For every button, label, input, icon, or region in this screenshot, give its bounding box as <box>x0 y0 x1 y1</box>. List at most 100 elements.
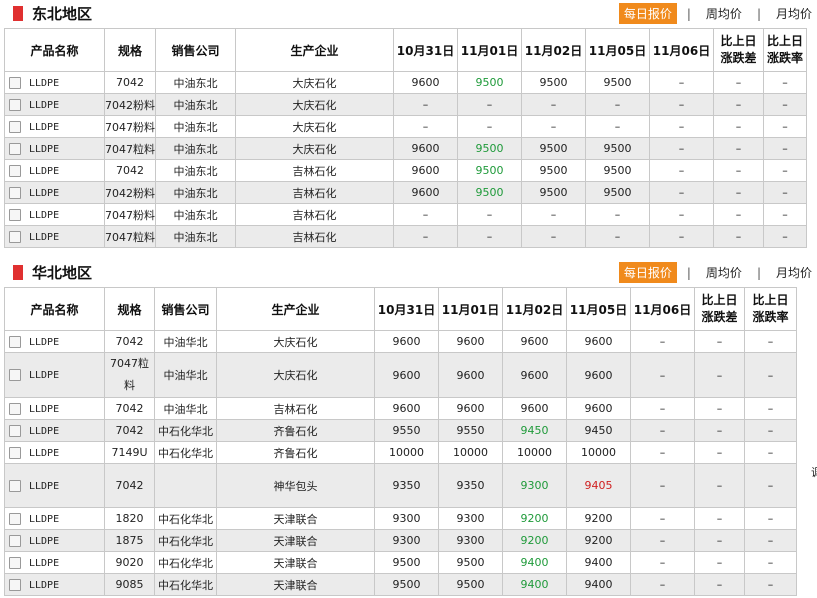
row-checkbox[interactable] <box>9 208 21 221</box>
tab-monthly[interactable]: 月均价 <box>771 3 817 24</box>
price-cell: 9500 <box>438 551 503 574</box>
producer-cell: 齐鲁石化 <box>216 419 375 442</box>
change-diff-cell: – <box>694 330 745 353</box>
spec-cell: 7042 <box>104 71 156 94</box>
column-header: 产品名称 <box>4 28 105 72</box>
product-name-cell: LLDPE <box>4 203 105 226</box>
price-cell: 9600 <box>374 352 439 398</box>
row-checkbox[interactable] <box>9 446 21 459</box>
row-checkbox[interactable] <box>9 578 21 591</box>
price-cell: 9600 <box>374 397 439 420</box>
change-rate-cell: – <box>744 419 797 442</box>
change-rate-cell: – <box>744 507 797 530</box>
row-checkbox[interactable] <box>9 76 21 89</box>
spec-cell: 7047粒料 <box>104 352 155 398</box>
row-checkbox[interactable] <box>9 186 21 199</box>
product-name: LLDPE <box>29 403 60 415</box>
product-name-cell: LLDPE <box>4 419 105 442</box>
section-header: 东北地区 每日报价 | 周均价 | 月均价 <box>0 0 817 26</box>
producer-cell: 天津联合 <box>216 529 375 552</box>
price-cell: 9200 <box>502 529 567 552</box>
sales-company-cell: 中油华北 <box>154 352 217 398</box>
price-cell: 9500 <box>457 137 522 160</box>
row-checkbox[interactable] <box>9 98 21 111</box>
change-diff-cell: – <box>713 181 764 204</box>
change-rate-cell: – <box>763 115 807 138</box>
price-cell: – <box>521 225 586 248</box>
price-cell: – <box>393 225 458 248</box>
row-checkbox[interactable] <box>9 164 21 177</box>
row-checkbox[interactable] <box>9 534 21 547</box>
price-cell: 9550 <box>438 419 503 442</box>
change-rate-cell: – <box>744 463 797 508</box>
sales-company-cell: 中油东北 <box>155 93 236 116</box>
price-cell: 9600 <box>438 330 503 353</box>
row-checkbox[interactable] <box>9 424 21 437</box>
spec-cell: 7047粉料 <box>104 203 156 226</box>
price-cell: 9600 <box>566 330 631 353</box>
column-header: 比上日涨跌差 <box>694 287 745 331</box>
tab-weekly[interactable]: 周均价 <box>701 262 747 283</box>
section-title: 东北地区 <box>32 5 93 23</box>
row-checkbox[interactable] <box>9 512 21 525</box>
change-rate-cell: – <box>744 551 797 574</box>
change-diff-cell: – <box>713 115 764 138</box>
change-rate-cell: – <box>744 529 797 552</box>
tab-daily[interactable]: 每日报价 <box>618 3 677 24</box>
row-checkbox[interactable] <box>9 556 21 569</box>
producer-cell: 吉林石化 <box>235 181 394 204</box>
price-cell: 9500 <box>585 181 650 204</box>
change-diff-cell: – <box>713 137 764 160</box>
spec-cell: 1820 <box>104 507 155 530</box>
change-diff-cell: – <box>713 225 764 248</box>
sales-company-cell: 中石化华北 <box>154 507 217 530</box>
product-name: LLDPE <box>29 535 60 547</box>
product-name: LLDPE <box>29 143 60 155</box>
row-checkbox[interactable] <box>9 402 21 415</box>
red-marker-icon <box>13 6 23 21</box>
row-checkbox[interactable] <box>9 142 21 155</box>
change-rate-cell: – <box>763 71 807 94</box>
tab-weekly[interactable]: 周均价 <box>701 3 747 24</box>
product-name-cell: LLDPE <box>4 330 105 353</box>
sales-company-cell <box>154 463 217 508</box>
spec-cell: 7042 <box>104 330 155 353</box>
price-cell: – <box>630 551 695 574</box>
tab-monthly[interactable]: 月均价 <box>771 262 817 283</box>
price-cell: 9600 <box>502 330 567 353</box>
product-name-cell: LLDPE <box>4 137 105 160</box>
tab-separator: | <box>686 6 691 21</box>
sales-company-cell: 中油东北 <box>155 137 236 160</box>
producer-cell: 神华包头 <box>216 463 375 508</box>
table-header-row: 产品名称 规格 销售公司 生产企业 10月31日 11月01日 11月02日 11月05日 11… <box>4 28 807 72</box>
producer-cell: 吉林石化 <box>216 397 375 420</box>
price-cell: 9500 <box>521 71 586 94</box>
price-cell: 9500 <box>457 71 522 94</box>
price-cell: 9400 <box>566 573 631 596</box>
column-header: 规格 <box>104 28 156 72</box>
price-cell: – <box>457 203 522 226</box>
row-checkbox[interactable] <box>9 120 21 133</box>
price-cell: 9500 <box>585 71 650 94</box>
price-cell: 9400 <box>566 551 631 574</box>
column-header: 比上日涨跌差 <box>713 28 764 72</box>
table-row: LLDPE 7042 中油东北 吉林石化 9600 9500 9500 9500– – – <box>4 159 807 182</box>
product-name-cell: LLDPE <box>4 93 105 116</box>
row-checkbox[interactable] <box>9 230 21 243</box>
price-cell: – <box>630 529 695 552</box>
product-name-cell: LLDPE <box>4 115 105 138</box>
table-row: LLDPE 7042 中油东北 大庆石化 9600 9500 9500 9500– – – <box>4 71 807 94</box>
change-diff-cell: – <box>694 441 745 464</box>
tab-daily[interactable]: 每日报价 <box>618 262 677 283</box>
price-cell: 9600 <box>393 71 458 94</box>
row-checkbox[interactable] <box>9 369 21 381</box>
row-checkbox[interactable] <box>9 335 21 348</box>
row-checkbox[interactable] <box>9 479 21 492</box>
spec-cell: 7047粒料 <box>104 137 156 160</box>
spec-cell: 7047粉料 <box>104 115 156 138</box>
change-rate-cell: – <box>763 181 807 204</box>
product-name: LLDPE <box>29 480 60 492</box>
change-diff-cell: – <box>694 573 745 596</box>
price-cell: – <box>393 203 458 226</box>
price-cell: – <box>649 93 714 116</box>
